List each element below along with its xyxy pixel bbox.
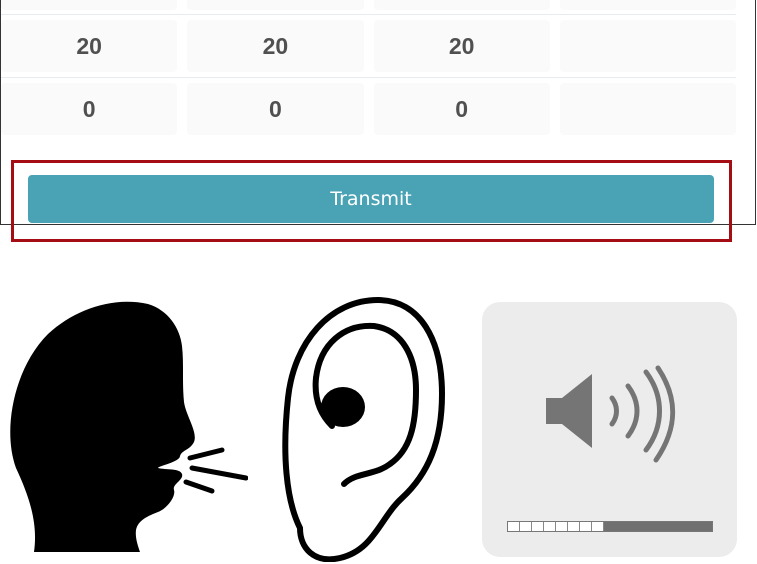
volume-segment — [592, 522, 604, 531]
transmit-button[interactable]: Transmit — [28, 175, 714, 223]
volume-segment — [532, 522, 544, 531]
table-cell: 20 — [373, 20, 550, 72]
table-cell — [373, 0, 550, 10]
row-divider — [1, 77, 736, 78]
table-cell: 0 — [373, 83, 550, 135]
table-cell — [559, 0, 736, 10]
table-cell — [1, 0, 178, 10]
table-cell — [559, 20, 736, 72]
ear-svg — [282, 297, 445, 563]
table-row: 0 0 0 — [1, 83, 736, 135]
speaker-svg — [546, 365, 676, 463]
table-cell: 20 — [187, 20, 364, 72]
volume-segment — [556, 522, 568, 531]
speaking-head-svg — [10, 301, 249, 552]
volume-meter — [507, 521, 713, 532]
row-divider — [1, 14, 736, 15]
volume-segment — [508, 522, 520, 531]
volume-segment — [520, 522, 532, 531]
volume-segment — [580, 522, 592, 531]
speaker-volume-icon — [482, 302, 737, 557]
volume-segment — [568, 522, 580, 531]
table-row: 20 20 20 — [1, 20, 736, 72]
table-row-partial — [1, 0, 736, 10]
table-cell — [187, 0, 364, 10]
volume-segment — [544, 522, 556, 531]
page: 20 20 20 0 0 0 Transmit — [0, 0, 757, 564]
table-cell — [559, 83, 736, 135]
table-cell: 0 — [1, 83, 178, 135]
speaking-head-icon — [8, 298, 249, 554]
table-cell: 20 — [1, 20, 178, 72]
volume-fill — [604, 522, 712, 531]
table-cell: 0 — [187, 83, 364, 135]
ear-icon — [270, 294, 450, 563]
